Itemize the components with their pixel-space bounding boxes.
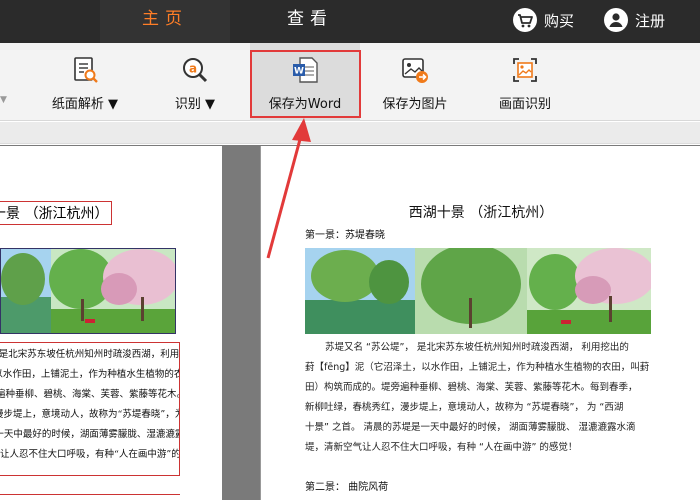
save-as-image-label: 保存为图片	[382, 97, 448, 112]
source-line: 葑【fēng】泥（它沼泽土，以水作田，上铺泥土，作为种植水生植物的农田，叫葑	[0, 369, 179, 380]
ocr-icon: a	[180, 55, 210, 85]
top-navigation-bar: 主页 查看 购买 注册	[0, 0, 700, 43]
save-as-word-button[interactable]: W 保存为Word	[250, 43, 360, 121]
word-icon: W	[290, 55, 320, 85]
converted-line: 田）构筑而成的。堤旁遍种垂柳、碧桃、海棠、芙蓉、紫藤等花木。每到春季，	[305, 382, 638, 393]
converted-line: 苏堤又名 “苏公堤”， 是北宋苏东坡任杭州知州时疏浚西湖， 利用挖出的	[325, 342, 629, 353]
converted-line: 十景” 之首。 清晨的苏堤是一天中最好的时候， 湖面薄雾朦胧、 湿漉漉露水滴	[305, 422, 636, 433]
document-search-icon	[70, 55, 100, 85]
svg-text:W: W	[294, 67, 304, 77]
toolbar-ribbon: ▼ 纸面解析 ▼ a 识别 ▼ W 保存为Word 保存为图片 画面识别	[0, 43, 700, 121]
tab-home[interactable]: 主页	[100, 0, 230, 43]
paper-parse-button[interactable]: 纸面解析 ▼	[40, 43, 130, 121]
ocr-label: 识别 ▼	[174, 97, 216, 112]
converted-line: 葑【fēng】泥（它沼泽土，以水作田，上铺泥土，作为种植水生植物的农田，叫葑	[305, 362, 650, 373]
source-paragraph: 苏堤又名“苏公堤”，是北宋苏东坡任杭州知州时疏浚西湖，利用挖出的 葑【fēng】…	[0, 342, 180, 476]
cart-icon	[513, 8, 537, 32]
screen-capture-icon	[510, 55, 540, 85]
user-icon	[604, 8, 628, 32]
image-export-icon	[400, 55, 430, 85]
converted-title: 西湖十景 （浙江杭州）	[408, 205, 554, 221]
paper-parse-label: 纸面解析 ▼	[51, 97, 119, 112]
ribbon-separator	[0, 122, 700, 144]
converted-line: 堤，清新空气让人忍不住大口呼吸，有种 “人在画中游” 的感觉！	[305, 442, 578, 453]
source-line: 十景”之首。清晨的苏堤是一天中最好的时候，湖面薄雾朦胧、湿漉漉露水滴	[0, 429, 179, 440]
register-button[interactable]: 注册	[604, 6, 665, 34]
source-next-block-border	[0, 494, 180, 498]
converted-paragraph: 苏堤又名 “苏公堤”， 是北宋苏东坡任杭州知州时疏浚西湖， 利用挖出的 葑【fē…	[305, 338, 661, 458]
converted-next-heading: 第二景： 曲院风荷	[305, 482, 389, 493]
register-label: 注册	[635, 11, 666, 30]
source-photo	[0, 248, 176, 334]
converted-line: 新柳吐绿，春桃秀红，漫步堤上，意境动人，故称为 “苏堤春晓”， 为 “西湖	[305, 402, 624, 413]
converted-subtitle: 第一景：苏堤春晓	[305, 230, 385, 241]
source-line: 田）构筑而成的。堤旁遍种垂柳、碧桃、海棠、芙蓉、紫藤等花木。每到春季，	[0, 389, 179, 400]
save-as-word-label: 保存为Word	[268, 97, 342, 112]
source-line: 新柳吐绿，春桃秀红，漫步堤上，意境动人，故称为“苏堤春晓”，为“西湖	[0, 409, 179, 420]
source-line: 苏堤又名“苏公堤”，是北宋苏东坡任杭州知州时疏浚西湖，利用挖出的	[0, 349, 180, 360]
tab-view[interactable]: 查看	[250, 0, 370, 43]
source-line: 堤，清新空气让人忍不住大口呼吸，有种“人在画中游”的感觉！	[0, 449, 180, 460]
converted-photo	[305, 248, 651, 334]
screen-recognize-label: 画面识别	[498, 97, 551, 112]
buy-label: 购买	[544, 11, 575, 30]
ocr-button[interactable]: a 识别 ▼	[160, 43, 230, 121]
save-as-image-button[interactable]: 保存为图片	[370, 43, 460, 121]
buy-button[interactable]: 购买	[513, 6, 574, 34]
source-title: 西湖十景 （浙江杭州）	[0, 201, 113, 225]
screen-recognize-button[interactable]: 画面识别	[490, 43, 560, 121]
svg-text:a: a	[189, 62, 197, 76]
source-page[interactable]: 西湖十景 （浙江杭州） 苏堤又名“苏公堤”，是北宋苏东坡任杭州知州时疏浚西湖，利…	[0, 146, 222, 500]
converted-page[interactable]: 西湖十景 （浙江杭州） 第一景：苏堤春晓 苏堤又名 “苏公堤”， 是北宋苏东坡任…	[260, 146, 700, 500]
scroll-left-icon[interactable]: ▼	[0, 95, 7, 105]
